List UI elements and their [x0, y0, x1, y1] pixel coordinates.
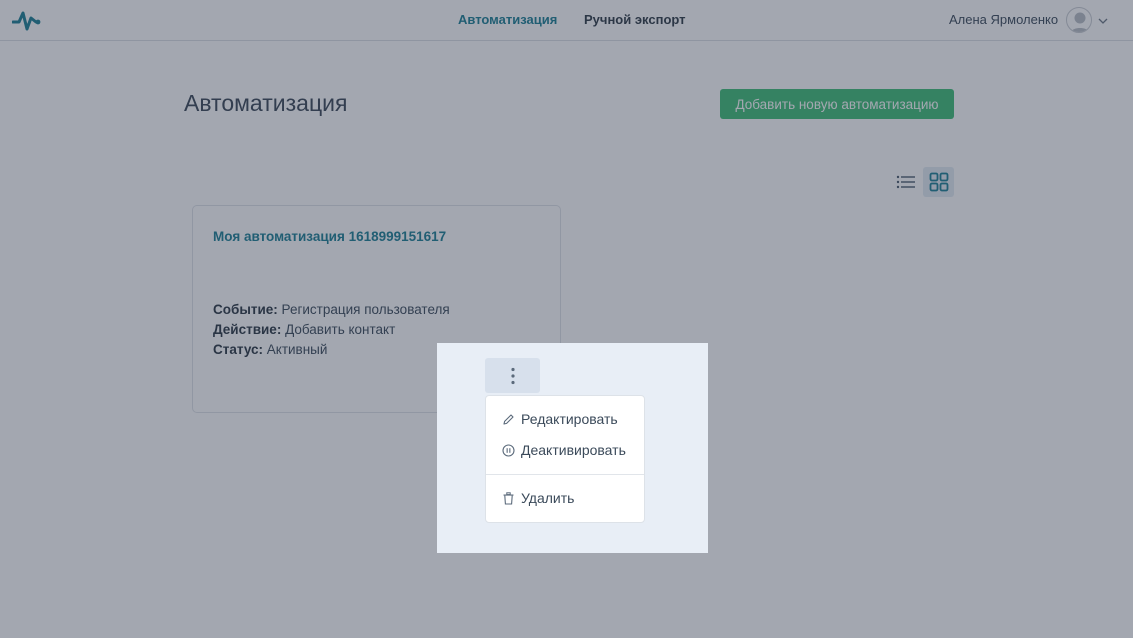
menu-divider: [486, 474, 644, 475]
nav-manual-export[interactable]: Ручной экспорт: [584, 12, 686, 27]
menu-item-label: Редактировать: [521, 411, 618, 427]
menu-item-delete[interactable]: Удалить: [486, 485, 646, 511]
event-value: Регистрация пользователя: [281, 302, 450, 317]
card-details: Событие: Регистрация пользователя Действ…: [213, 300, 450, 360]
kebab-icon: [510, 367, 515, 384]
trash-icon: [503, 491, 514, 505]
more-options-button[interactable]: [485, 358, 540, 393]
user-name[interactable]: Алена Ярмоленко: [949, 12, 1058, 27]
menu-item-label: Деактивировать: [521, 442, 626, 458]
avatar[interactable]: [1066, 7, 1092, 33]
logo-icon[interactable]: [11, 7, 42, 33]
menu-item-edit[interactable]: Редактировать: [486, 406, 646, 432]
action-row: Действие: Добавить контакт: [213, 320, 450, 340]
pencil-icon: [503, 413, 514, 425]
pause-circle-icon: [502, 443, 515, 457]
chevron-down-icon[interactable]: [1098, 13, 1108, 24]
page-title: Автоматизация: [184, 90, 348, 116]
status-value: Активный: [266, 342, 328, 357]
status-row: Статус: Активный: [213, 340, 450, 360]
top-header: Автоматизация Ручной экспорт Алена Ярмол…: [0, 0, 1133, 41]
nav-automation[interactable]: Автоматизация: [458, 12, 557, 27]
context-menu: Редактировать Деактивировать Удалить: [485, 395, 645, 523]
menu-item-deactivate[interactable]: Деактивировать: [486, 437, 646, 463]
status-label: Статус:: [213, 342, 263, 357]
action-label: Действие:: [213, 322, 282, 337]
list-view-icon[interactable]: [893, 169, 919, 195]
action-value: Добавить контакт: [285, 322, 396, 337]
add-automation-button[interactable]: Добавить новую автоматизацию: [720, 89, 954, 119]
event-row: Событие: Регистрация пользователя: [213, 300, 450, 320]
menu-item-label: Удалить: [521, 490, 575, 506]
card-title[interactable]: Моя автоматизация 1618999151617: [213, 229, 446, 244]
event-label: Событие:: [213, 302, 278, 317]
grid-view-icon[interactable]: [923, 167, 954, 197]
